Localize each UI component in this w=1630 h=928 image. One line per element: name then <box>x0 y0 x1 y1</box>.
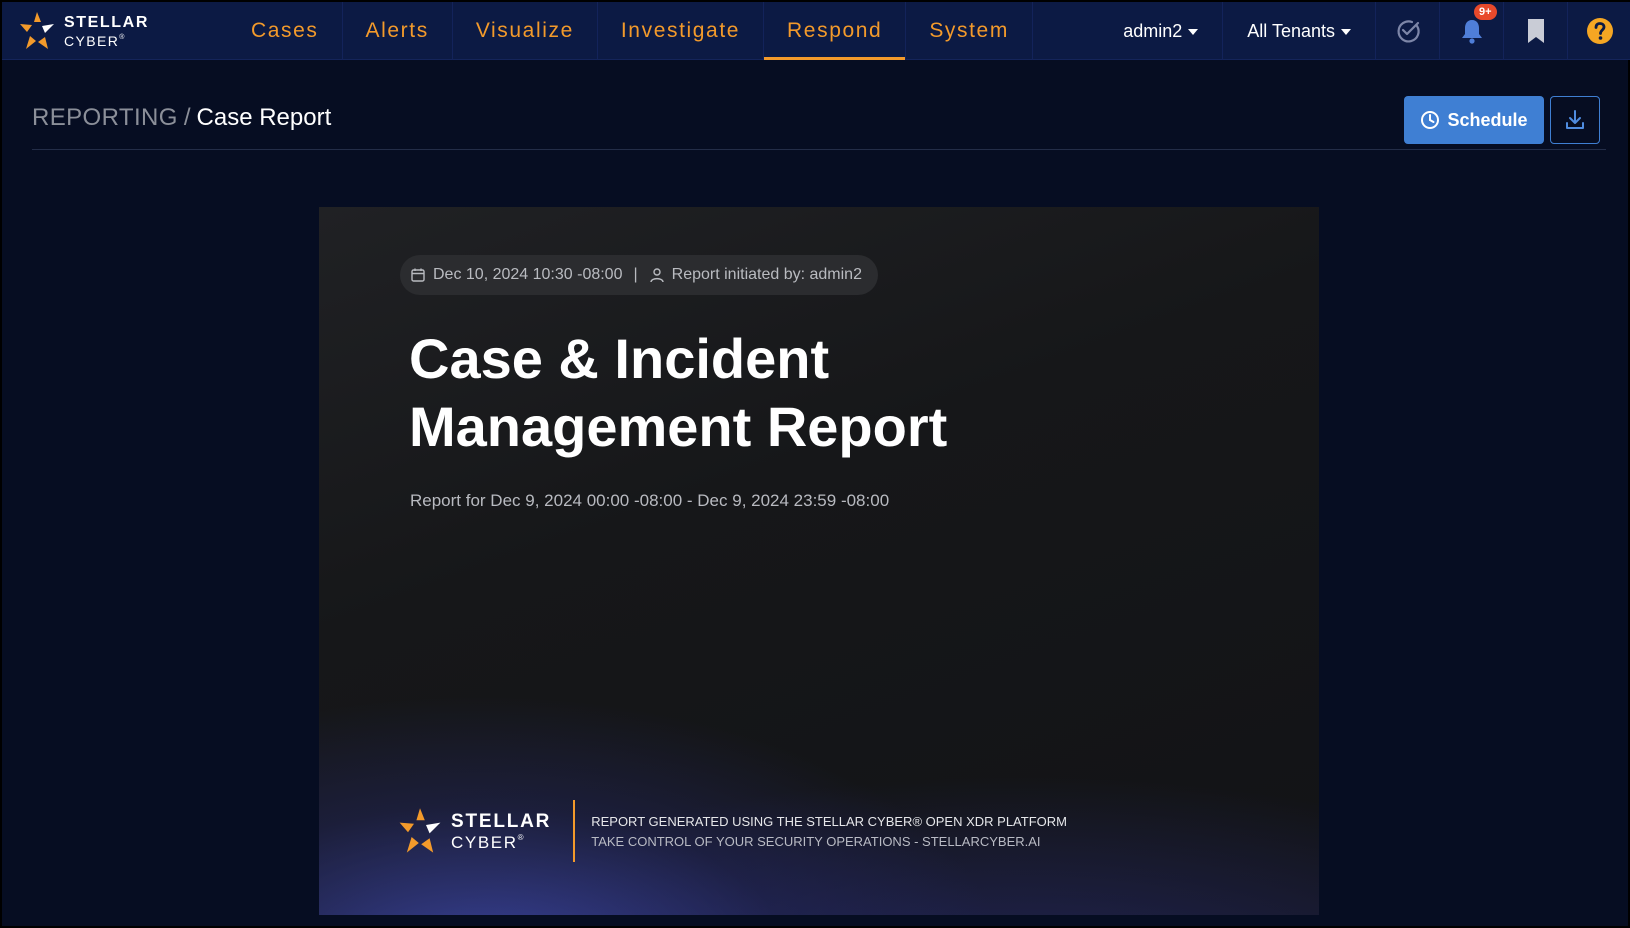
nav-tab-system[interactable]: System <box>906 2 1033 60</box>
stellar-star-icon <box>399 808 441 853</box>
footer-brand-line2: CYBER <box>451 832 518 852</box>
schedule-button[interactable]: Schedule <box>1404 96 1544 144</box>
tasks-button[interactable] <box>1376 2 1440 60</box>
report-meta-pill: Dec 10, 2024 10:30 -08:00 | Report initi… <box>400 255 878 295</box>
help-icon <box>1587 18 1613 44</box>
nav-right-controls: admin2 All Tenants 9+ <box>1099 2 1630 60</box>
nav-tab-respond[interactable]: Respond <box>764 2 907 60</box>
caret-down-icon <box>1341 29 1351 35</box>
brand-line2: CYBER <box>64 32 120 49</box>
brand-reg-mark: ® <box>119 33 126 41</box>
nav-tab-cases[interactable]: Cases <box>228 2 343 60</box>
report-title-line1: Case & Incident <box>409 327 830 390</box>
calendar-icon <box>411 268 425 282</box>
breadcrumb-current: Case Report <box>196 104 332 131</box>
breadcrumb: REPORTING / Case Report <box>32 104 331 132</box>
clock-icon <box>1421 111 1440 129</box>
bookmarks-button[interactable] <box>1504 2 1568 60</box>
tenant-name: All Tenants <box>1247 20 1335 41</box>
report-date: Dec 10, 2024 10:30 -08:00 <box>433 266 623 283</box>
stellar-star-icon <box>20 12 54 49</box>
breadcrumb-reporting[interactable]: REPORTING <box>32 104 178 131</box>
tenant-dropdown[interactable]: All Tenants <box>1223 2 1376 60</box>
help-button[interactable] <box>1568 2 1630 60</box>
footer-line2: TAKE CONTROL OF YOUR SECURITY OPERATIONS… <box>591 833 1041 849</box>
report-title-line2: Management Report <box>409 395 948 458</box>
brand-line1: STELLAR <box>64 13 149 31</box>
download-button[interactable] <box>1550 96 1600 144</box>
report-range: Report for Dec 9, 2024 00:00 -08:00 - De… <box>410 491 890 510</box>
brand-logo[interactable]: STELLAR CYBER® <box>18 9 149 53</box>
bookmark-icon <box>1527 19 1544 43</box>
meta-separator: | <box>633 266 638 283</box>
user-dropdown[interactable]: admin2 <box>1099 2 1224 60</box>
nav-tab-visualize[interactable]: Visualize <box>453 2 598 60</box>
report-initiator: Report initiated by: admin2 <box>671 266 862 283</box>
schedule-label: Schedule <box>1447 109 1528 130</box>
footer-reg-mark: ® <box>517 832 526 842</box>
check-circle-icon <box>1397 20 1420 43</box>
breadcrumb-separator: / <box>183 104 191 131</box>
download-icon <box>1566 110 1584 129</box>
report-title: Case & Incident Management Report <box>409 325 1109 461</box>
footer-text: REPORT GENERATED USING THE STELLAR CYBER… <box>575 814 1067 849</box>
footer-brand-line1: STELLAR <box>451 810 552 832</box>
main-nav-tabs: Cases Alerts Visualize Investigate Respo… <box>228 2 1033 60</box>
notification-badge: 9+ <box>1474 4 1497 20</box>
nav-tab-investigate[interactable]: Investigate <box>598 2 765 60</box>
notifications-button[interactable]: 9+ <box>1440 2 1504 60</box>
nav-tab-alerts[interactable]: Alerts <box>343 2 453 60</box>
top-navbar: STELLAR CYBER® Cases Alerts Visualize In… <box>2 2 1630 60</box>
caret-down-icon <box>1188 29 1199 35</box>
user-icon <box>649 268 664 283</box>
footer-brand-logo: STELLAR CYBER® <box>397 800 576 862</box>
report-footer: STELLAR CYBER® REPORT GENERATED USING TH… <box>397 800 1067 862</box>
report-cover-page: Dec 10, 2024 10:30 -08:00 | Report initi… <box>319 207 1319 915</box>
bell-icon <box>1461 20 1482 44</box>
user-name: admin2 <box>1123 20 1183 41</box>
app-window: STELLAR CYBER® Cases Alerts Visualize In… <box>0 0 1630 928</box>
page-header: REPORTING / Case Report Schedule <box>32 92 1606 150</box>
footer-line1: REPORT GENERATED USING THE STELLAR CYBER… <box>591 813 1067 829</box>
